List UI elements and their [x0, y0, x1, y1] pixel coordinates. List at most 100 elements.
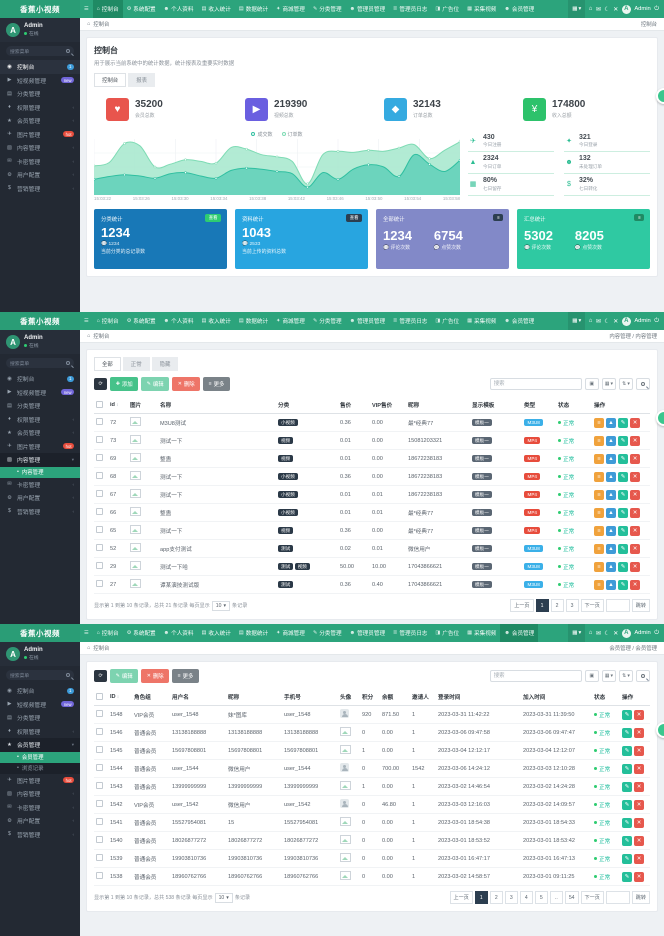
delete-row-button[interactable]: ✕: [630, 436, 640, 446]
nav-item[interactable]: ▤收入统计: [198, 312, 235, 330]
nav-item[interactable]: ◨广告位: [431, 0, 463, 18]
next-page-button[interactable]: 下一页: [581, 599, 604, 612]
sidebar-item[interactable]: ★会员管理‹: [0, 114, 80, 128]
page-button-..[interactable]: ..: [550, 891, 563, 904]
nav-item[interactable]: ▦采集视频: [463, 624, 500, 642]
row-checkbox[interactable]: [96, 472, 103, 479]
delete-row-button[interactable]: ✕: [630, 418, 640, 428]
nav-item[interactable]: ✎分类管理: [309, 0, 346, 18]
nav-item[interactable]: ≣管理员日志: [389, 0, 431, 18]
breadcrumb-home[interactable]: 控制台: [93, 20, 109, 28]
detail-button[interactable]: ≡: [594, 436, 604, 446]
edit-row-button[interactable]: ✎: [622, 710, 632, 720]
nav-item[interactable]: ≣管理员日志: [389, 624, 431, 642]
tab-0[interactable]: 全部: [94, 357, 121, 371]
row-checkbox[interactable]: [96, 818, 103, 825]
delete-row-button[interactable]: ✕: [634, 710, 644, 720]
row-checkbox[interactable]: [96, 580, 103, 587]
top-button[interactable]: ▲: [606, 508, 616, 518]
nav-item[interactable]: ☻管理员管理: [346, 0, 389, 18]
mail-icon[interactable]: ✉: [596, 6, 601, 13]
sidebar-item[interactable]: ★会员管理‹: [0, 426, 80, 440]
next-page-button[interactable]: 下一页: [581, 891, 604, 904]
summary-badge[interactable]: 查看: [205, 214, 221, 222]
top-button[interactable]: ▲: [606, 490, 616, 500]
row-checkbox[interactable]: [96, 746, 103, 753]
legend-item[interactable]: 成交数: [251, 131, 272, 138]
table-search-input[interactable]: [490, 670, 582, 682]
sidebar-search-input[interactable]: 搜索菜单: [6, 670, 74, 680]
sidebar-item[interactable]: ⚙用户配置‹: [0, 168, 80, 182]
nav-item[interactable]: ☻会员管理: [500, 624, 538, 642]
mail-icon[interactable]: ✉: [596, 318, 601, 325]
avatar[interactable]: A: [6, 647, 20, 661]
top-button[interactable]: ▲: [606, 562, 616, 572]
sidebar-item[interactable]: ▤分类管理: [0, 87, 80, 101]
nav-item[interactable]: ◨广告位: [431, 624, 463, 642]
detail-button[interactable]: ≡: [594, 508, 604, 518]
sidebar-item[interactable]: ✈图片管理hot: [0, 774, 80, 788]
page-button-3[interactable]: 3: [505, 891, 518, 904]
page-button-2[interactable]: 2: [551, 599, 564, 612]
nav-item[interactable]: ≣管理员日志: [389, 312, 431, 330]
delete-row-button[interactable]: ✕: [634, 746, 644, 756]
breadcrumb-home[interactable]: 控制台: [93, 332, 109, 340]
refresh-button[interactable]: ⟳: [94, 670, 107, 682]
sidebar-item[interactable]: ⚙用户配置‹: [0, 814, 80, 828]
delete-row-button[interactable]: ✕: [634, 836, 644, 846]
nav-item[interactable]: ☻个人资料: [160, 0, 198, 18]
add-button[interactable]: ✚添加: [110, 377, 138, 391]
delete-button[interactable]: ✕删除: [172, 377, 200, 391]
search-submit-button[interactable]: [636, 378, 650, 390]
top-button[interactable]: ▲: [606, 472, 616, 482]
edit-row-button[interactable]: ✎: [622, 782, 632, 792]
row-checkbox[interactable]: [96, 454, 103, 461]
sidebar-item[interactable]: ▶短视频管理new: [0, 386, 80, 400]
edit-row-button[interactable]: ✎: [622, 872, 632, 882]
page-button-2[interactable]: 2: [490, 891, 503, 904]
sidebar-item[interactable]: $营销管理‹: [0, 828, 80, 842]
row-checkbox[interactable]: [96, 544, 103, 551]
close-icon[interactable]: ✕: [613, 6, 618, 13]
edit-row-button[interactable]: ✎: [622, 800, 632, 810]
avatar[interactable]: A: [622, 317, 631, 326]
sidebar-item[interactable]: ◉控制台1: [0, 60, 80, 74]
nav-item[interactable]: ✦商城管理: [272, 0, 309, 18]
home-icon[interactable]: ⌂: [589, 630, 593, 636]
sidebar-item[interactable]: $营销管理‹: [0, 505, 80, 519]
delete-row-button[interactable]: ✕: [630, 544, 640, 554]
top-button[interactable]: ▲: [606, 436, 616, 446]
sidebar-search-input[interactable]: 搜索菜单: [6, 358, 74, 368]
edit-row-button[interactable]: ✎: [618, 418, 628, 428]
home-icon[interactable]: ⌂: [589, 6, 593, 12]
edit-row-button[interactable]: ✎: [622, 764, 632, 774]
delete-row-button[interactable]: ✕: [630, 490, 640, 500]
sidebar-subitem[interactable]: •会员管理: [0, 752, 80, 763]
top-button[interactable]: ▲: [606, 418, 616, 428]
page-jump-input[interactable]: [606, 599, 630, 612]
prev-page-button[interactable]: 上一页: [450, 891, 473, 904]
row-checkbox[interactable]: [96, 728, 103, 735]
edit-row-button[interactable]: ✎: [618, 508, 628, 518]
nav-item[interactable]: ▦采集视频: [463, 0, 500, 18]
top-button[interactable]: ▲: [606, 580, 616, 590]
page-button-1[interactable]: 1: [475, 891, 488, 904]
nav-item[interactable]: ☻个人资料: [160, 624, 198, 642]
delete-row-button[interactable]: ✕: [630, 508, 640, 518]
nav-item[interactable]: ☻个人资料: [160, 312, 198, 330]
edit-row-button[interactable]: ✎: [622, 836, 632, 846]
avatar[interactable]: A: [6, 23, 20, 37]
delete-row-button[interactable]: ✕: [634, 854, 644, 864]
nav-item[interactable]: ⚙系统配置: [123, 0, 160, 18]
row-checkbox[interactable]: [96, 436, 103, 443]
sidebar-item[interactable]: ✈图片管理hot: [0, 128, 80, 142]
edit-row-button[interactable]: ✎: [622, 746, 632, 756]
sidebar-item[interactable]: ✉卡密管理‹: [0, 801, 80, 815]
logout-icon[interactable]: ⏻: [654, 318, 659, 325]
delete-row-button[interactable]: ✕: [630, 454, 640, 464]
table-search-input[interactable]: [490, 378, 582, 390]
edit-row-button[interactable]: ✎: [622, 728, 632, 738]
sidebar-subitem[interactable]: •内容管理: [0, 467, 80, 478]
nav-item[interactable]: ⚙系统配置: [123, 312, 160, 330]
page-size-select[interactable]: 10▾: [212, 601, 230, 611]
